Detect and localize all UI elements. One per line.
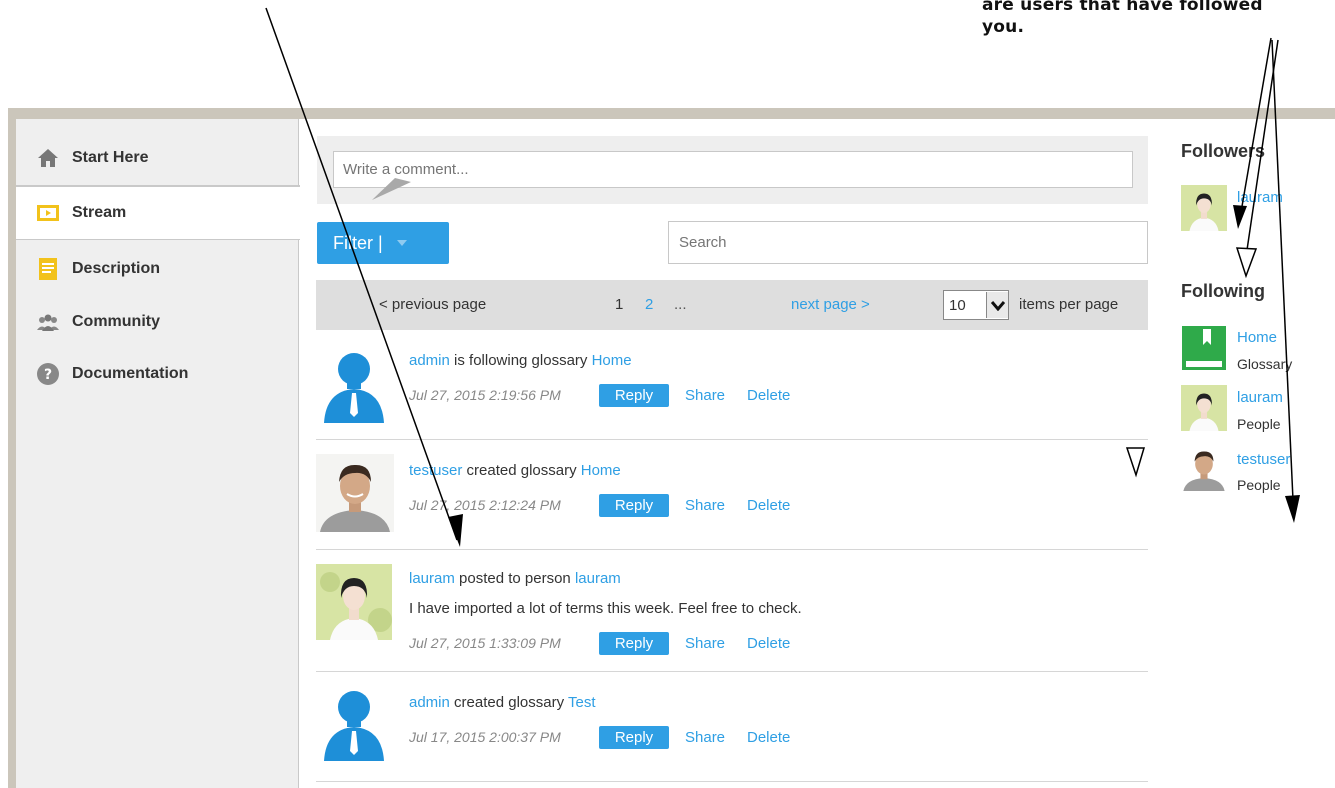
share-link[interactable]: Share <box>685 729 725 746</box>
items-per-page-label: items per page <box>1019 296 1119 313</box>
feed-item: admin created glossary Test Jul 17, 2015… <box>316 672 1148 782</box>
feed-action: is following glossary <box>449 352 592 369</box>
next-page-link[interactable]: next page > <box>791 296 870 313</box>
user-link[interactable]: lauram <box>409 570 455 587</box>
feed-action: posted to person <box>454 570 575 587</box>
delete-link[interactable]: Delete <box>747 497 790 514</box>
user-link[interactable]: admin <box>409 352 450 369</box>
timestamp: Jul 27, 2015 2:12:24 PM <box>409 497 561 513</box>
page-ellipsis: ... <box>674 296 687 313</box>
timestamp: Jul 27, 2015 2:19:56 PM <box>409 387 561 403</box>
user-link[interactable]: admin <box>409 694 450 711</box>
timestamp: Jul 17, 2015 2:00:37 PM <box>409 729 561 745</box>
feed-item-title: admin is following glossary Home <box>409 352 632 369</box>
comment-input[interactable] <box>333 151 1133 188</box>
sidebar-item-label: Start Here <box>72 149 149 166</box>
feed-item: lauram posted to person lauram I have im… <box>316 550 1148 672</box>
filter-button[interactable]: Filter | <box>317 222 449 264</box>
target-link[interactable]: Home <box>581 462 621 479</box>
following-link[interactable]: Home <box>1237 329 1277 346</box>
sidebar-item-documentation[interactable]: ? Documentation <box>16 349 300 399</box>
avatar[interactable] <box>1181 385 1227 431</box>
avatar <box>316 685 392 761</box>
target-link[interactable]: Test <box>568 694 596 711</box>
avatar[interactable] <box>1181 445 1227 491</box>
stream-icon <box>36 201 60 225</box>
following-type: People <box>1237 477 1281 493</box>
delete-link[interactable]: Delete <box>747 729 790 746</box>
avatar <box>316 564 392 640</box>
feed-item: testuser created glossary Home Jul 27, 2… <box>316 440 1148 550</box>
share-link[interactable]: Share <box>685 387 725 404</box>
following-link[interactable]: testuser <box>1237 451 1290 468</box>
description-icon <box>36 257 60 281</box>
feed-item-title: testuser created glossary Home <box>409 462 621 479</box>
page-2-link[interactable]: 2 <box>645 296 653 313</box>
feed-item-title: admin created glossary Test <box>409 694 596 711</box>
chevron-down-icon[interactable] <box>986 292 1008 318</box>
timestamp: Jul 27, 2015 1:33:09 PM <box>409 635 561 651</box>
svg-text:?: ? <box>44 367 52 383</box>
pagination-bar: < previous page 1 2 ... next page > 10 i… <box>316 280 1148 330</box>
feed-action: created glossary <box>462 462 581 479</box>
items-per-page-value: 10 <box>949 296 966 314</box>
followers-title: Followers <box>1181 141 1266 161</box>
reply-button[interactable]: Reply <box>599 384 669 407</box>
feed-item-title: lauram posted to person lauram <box>409 570 621 587</box>
follower-link[interactable]: lauram <box>1237 189 1283 206</box>
reply-button[interactable]: Reply <box>599 494 669 517</box>
sidebar-item-start-here[interactable]: Start Here <box>16 133 300 183</box>
frame-left-bar <box>8 108 16 788</box>
avatar[interactable] <box>1181 185 1227 231</box>
reply-button[interactable]: Reply <box>599 726 669 749</box>
user-link[interactable]: testuser <box>409 462 462 479</box>
chevron-down-icon <box>396 240 407 246</box>
target-link[interactable]: Home <box>592 352 632 369</box>
items-per-page-select[interactable]: 10 <box>943 290 1009 320</box>
delete-link[interactable]: Delete <box>747 635 790 652</box>
annotation-text: are users that have followed you. <box>982 0 1322 38</box>
avatar <box>316 454 394 532</box>
following-type: Glossary <box>1237 356 1293 372</box>
avatar <box>316 347 392 423</box>
feed-item: admin is following glossary Home Jul 27,… <box>316 330 1148 440</box>
annotation-line: you. <box>982 17 1025 37</box>
share-link[interactable]: Share <box>685 635 725 652</box>
glossary-icon[interactable] <box>1181 325 1227 371</box>
annotation-line: are users that have followed <box>982 0 1263 15</box>
share-link[interactable]: Share <box>685 497 725 514</box>
sidebar-item-label: Description <box>72 260 161 277</box>
following-type: People <box>1237 416 1281 432</box>
feed-action: created glossary <box>449 694 568 711</box>
previous-page-link[interactable]: < previous page <box>379 296 486 313</box>
home-icon <box>36 146 60 170</box>
filter-label: Filter | <box>333 232 383 253</box>
delete-link[interactable]: Delete <box>747 387 790 404</box>
page-1-link[interactable]: 1 <box>615 296 623 313</box>
search-input[interactable] <box>668 221 1148 264</box>
sidebar-item-label: Documentation <box>72 365 189 382</box>
community-icon <box>36 310 60 334</box>
target-link[interactable]: lauram <box>575 570 621 587</box>
sidebar-item-stream[interactable]: Stream <box>16 186 300 240</box>
sidebar-item-community[interactable]: Community <box>16 297 300 347</box>
help-icon: ? <box>36 362 60 386</box>
following-link[interactable]: lauram <box>1237 389 1283 406</box>
sidebar-item-label: Community <box>72 313 160 330</box>
reply-button[interactable]: Reply <box>599 632 669 655</box>
feed-message: I have imported a lot of terms this week… <box>409 600 802 617</box>
following-title: Following <box>1181 281 1265 301</box>
sidebar-item-label: Stream <box>72 204 127 221</box>
frame-top-bar <box>8 108 1335 119</box>
sidebar: Start Here Stream Description Community … <box>16 119 300 788</box>
sidebar-item-description[interactable]: Description <box>16 244 300 294</box>
